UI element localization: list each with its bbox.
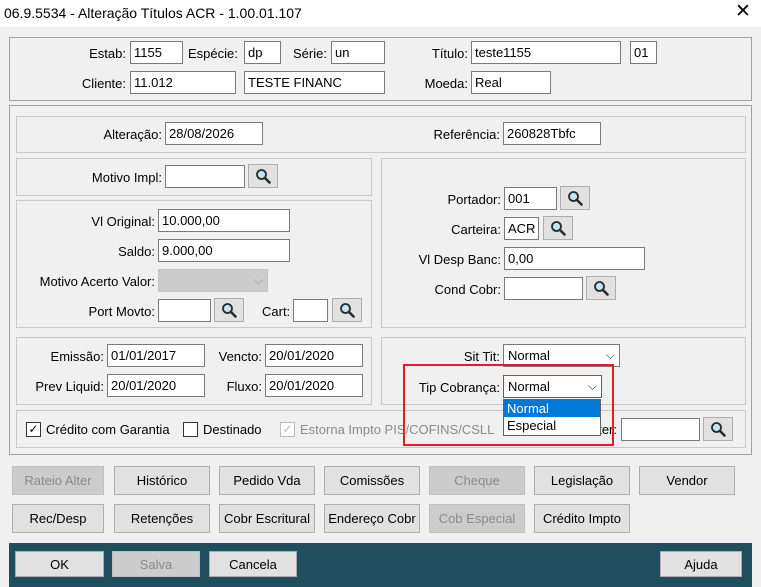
vencto-label: Vencto:	[218, 349, 262, 364]
motivo-impl-field[interactable]	[165, 165, 245, 188]
portador-field[interactable]: 001	[504, 187, 557, 210]
cobr-escritural-button[interactable]: Cobr Escritural	[219, 504, 315, 533]
footer-bar: OK Salva Cancela Ajuda	[9, 543, 752, 587]
endereco-cobr-button[interactable]: Endereço Cobr	[324, 504, 420, 533]
especie-field[interactable]: dp	[244, 41, 281, 64]
motivo-alter-search-button[interactable]	[703, 417, 733, 441]
moeda-label: Moeda:	[424, 76, 468, 91]
cliente-field[interactable]: 11.012	[130, 71, 236, 94]
cond-cobr-search-button[interactable]	[586, 276, 616, 300]
ajuda-button[interactable]: Ajuda	[660, 551, 742, 577]
retencoes-button[interactable]: Retenções	[114, 504, 210, 533]
chevron-down-icon: ⌵	[253, 273, 263, 287]
vencto-field[interactable]: 20/01/2020	[265, 344, 363, 367]
port-movto-field[interactable]	[158, 299, 211, 322]
search-icon	[550, 220, 566, 236]
cliente-nome-field: TESTE FINANC	[244, 71, 385, 94]
carteira-search-button[interactable]	[543, 216, 573, 240]
referencia-field[interactable]: 260828Tbfc	[503, 122, 601, 145]
carteira-field[interactable]: ACR	[504, 217, 539, 240]
alteracao-field[interactable]: 28/08/2026	[165, 122, 263, 145]
vl-desp-banc-label: Vl Desp Banc:	[418, 252, 501, 267]
estab-label: Estab:	[89, 46, 126, 61]
vl-desp-banc-field[interactable]: 0,00	[504, 247, 645, 270]
historico-button[interactable]: Histórico	[114, 466, 210, 495]
search-icon	[567, 190, 583, 206]
vl-original-field[interactable]: 10.000,00	[158, 209, 290, 232]
search-icon	[593, 280, 609, 296]
ok-button[interactable]: OK	[15, 551, 104, 577]
serie-label: Série:	[293, 46, 327, 61]
salva-button: Salva	[112, 551, 200, 577]
port-movto-label: Port Movto:	[88, 304, 155, 319]
estorna-checkbox: ✓	[280, 422, 295, 437]
search-icon	[339, 302, 355, 318]
rateio-alter-button: Rateio Alter	[12, 466, 104, 495]
highlight-box	[403, 364, 614, 446]
fluxo-label: Fluxo:	[226, 379, 262, 394]
port-movto-search-button[interactable]	[214, 298, 244, 322]
sit-tit-value: Normal	[508, 348, 550, 363]
sit-tit-label: Sit Tit:	[463, 349, 500, 364]
motivo-alter-field[interactable]	[621, 418, 700, 441]
moeda-field[interactable]: Real	[471, 71, 551, 94]
cond-cobr-label: Cond Cobr:	[434, 282, 501, 297]
credito-garantia-checkbox[interactable]: ✓	[26, 422, 41, 437]
parcela-field[interactable]: 01	[630, 41, 657, 64]
legislacao-button[interactable]: Legislação	[534, 466, 630, 495]
search-icon	[710, 421, 726, 437]
alteracao-label: Alteração:	[103, 127, 162, 142]
motivo-acerto-select: ⌵	[158, 269, 268, 292]
cliente-label: Cliente:	[81, 76, 126, 91]
portador-search-button[interactable]	[560, 186, 590, 210]
cart-field[interactable]	[293, 299, 328, 322]
prev-liquid-label: Prev Liquid:	[35, 379, 104, 394]
destinado-label: Destinado	[203, 422, 262, 437]
search-icon	[255, 168, 271, 184]
rec-desp-button[interactable]: Rec/Desp	[12, 504, 104, 533]
motivo-impl-label: Motivo Impl:	[91, 170, 162, 185]
credito-impto-button[interactable]: Crédito Impto	[534, 504, 630, 533]
cobranca-group	[381, 158, 746, 328]
comissoes-button[interactable]: Comissões	[324, 466, 420, 495]
emissao-field[interactable]: 01/01/2017	[107, 344, 205, 367]
cond-cobr-field[interactable]	[504, 277, 583, 300]
titulo-field[interactable]: teste1155	[471, 41, 621, 64]
serie-field[interactable]: un	[331, 41, 385, 64]
window-title: 06.9.5534 - Alteração Títulos ACR - 1.00…	[4, 5, 302, 21]
search-icon	[221, 302, 237, 318]
portador-label: Portador:	[447, 192, 501, 207]
cart-search-button[interactable]	[332, 298, 362, 322]
credito-garantia-label: Crédito com Garantia	[46, 422, 170, 437]
vendor-button[interactable]: Vendor	[639, 466, 735, 495]
especie-label: Espécie:	[188, 46, 238, 61]
estab-field[interactable]: 1155	[130, 41, 183, 64]
referencia-label: Referência:	[433, 127, 500, 142]
title-bar: 06.9.5534 - Alteração Títulos ACR - 1.00…	[0, 0, 761, 27]
saldo-field[interactable]: 9.000,00	[158, 239, 290, 262]
motivo-acerto-label: Motivo Acerto Valor:	[39, 274, 155, 289]
fluxo-field[interactable]: 20/01/2020	[265, 374, 363, 397]
emissao-label: Emissão:	[50, 349, 104, 364]
motivo-impl-search-button[interactable]	[248, 164, 278, 188]
saldo-label: Saldo:	[118, 244, 155, 259]
titulo-label: Título:	[431, 46, 468, 61]
vl-original-label: Vl Original:	[91, 214, 155, 229]
cart-label: Cart:	[262, 304, 291, 319]
destinado-checkbox[interactable]	[183, 422, 198, 437]
chevron-down-icon: ⌵	[605, 348, 615, 362]
cancela-button[interactable]: Cancela	[209, 551, 297, 577]
pedido-vda-button[interactable]: Pedido Vda	[219, 466, 315, 495]
cheque-button: Cheque	[429, 466, 525, 495]
prev-liquid-field[interactable]: 20/01/2020	[107, 374, 205, 397]
carteira-label: Carteira:	[451, 222, 501, 237]
cob-especial-button: Cob Especial	[429, 504, 525, 533]
close-icon[interactable]: ✕	[734, 2, 752, 22]
